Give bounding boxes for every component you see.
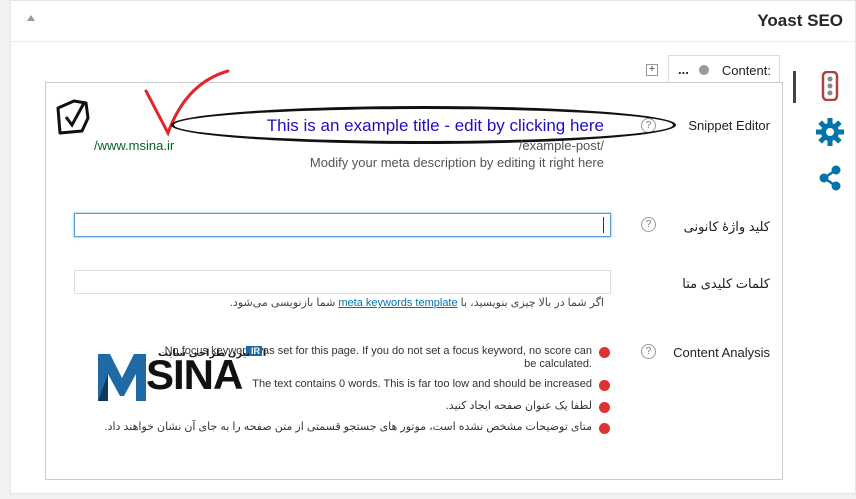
error-dot-icon: [599, 380, 610, 391]
error-dot-icon: [599, 423, 610, 434]
tab-content-label: Content:: [721, 63, 771, 78]
text-caret: [603, 217, 604, 233]
meta-keywords-template-link[interactable]: meta keywords template: [338, 297, 457, 309]
snippet-title[interactable]: This is an example title - edit by click…: [267, 116, 604, 136]
score-dot-icon: [699, 65, 709, 75]
snippet-editor-label: Snippet Editor: [688, 118, 770, 133]
content-tab-panel: Snippet Editor ? This is an example titl…: [45, 69, 783, 480]
focus-keyword-help-icon[interactable]: ?: [641, 217, 656, 232]
metabox-header: Yoast SEO: [11, 1, 855, 42]
snippet-url: /www.msina.ir: [94, 138, 175, 153]
traffic-light-icon[interactable]: [815, 71, 845, 101]
error-dot-icon: [599, 402, 610, 413]
collapse-toggle-icon[interactable]: [27, 15, 35, 21]
logo-badge: IR: [249, 346, 262, 356]
meta-keywords-hint: اگر شما در بالا چیزی بنویسید، با meta ke…: [230, 296, 604, 309]
snippet-slug[interactable]: /example-post/: [519, 138, 604, 153]
content-analysis-help-icon[interactable]: ?: [641, 344, 656, 359]
focus-keyword-input[interactable]: [74, 213, 611, 237]
tab-content[interactable]: ... Content:: [668, 55, 780, 83]
hint-text-before: اگر شما در بالا چیزی بنویسید، با: [460, 297, 604, 309]
gear-icon[interactable]: [815, 117, 845, 147]
share-icon[interactable]: [815, 163, 845, 193]
hint-text-after: شما بازنویسی می‌شود.: [229, 297, 336, 309]
analysis-item: متای توضیحات مشخص نشده است، موتور های جس…: [104, 421, 592, 433]
content-analysis-label: Content Analysis: [673, 345, 770, 360]
focus-keyword-label: کلید واژهٔ کانونی: [683, 219, 770, 234]
error-dot-icon: [599, 347, 610, 358]
tab-ellipsis: ...: [678, 62, 689, 77]
active-indicator: [793, 71, 796, 103]
meta-keywords-input[interactable]: [74, 270, 611, 294]
metabox-title: Yoast SEO: [757, 11, 843, 30]
add-tab-button[interactable]: +: [646, 64, 658, 76]
meta-keywords-label: کلمات کلیدی متا: [682, 276, 770, 291]
snippet-description[interactable]: Modify your meta description by editing …: [310, 155, 604, 170]
